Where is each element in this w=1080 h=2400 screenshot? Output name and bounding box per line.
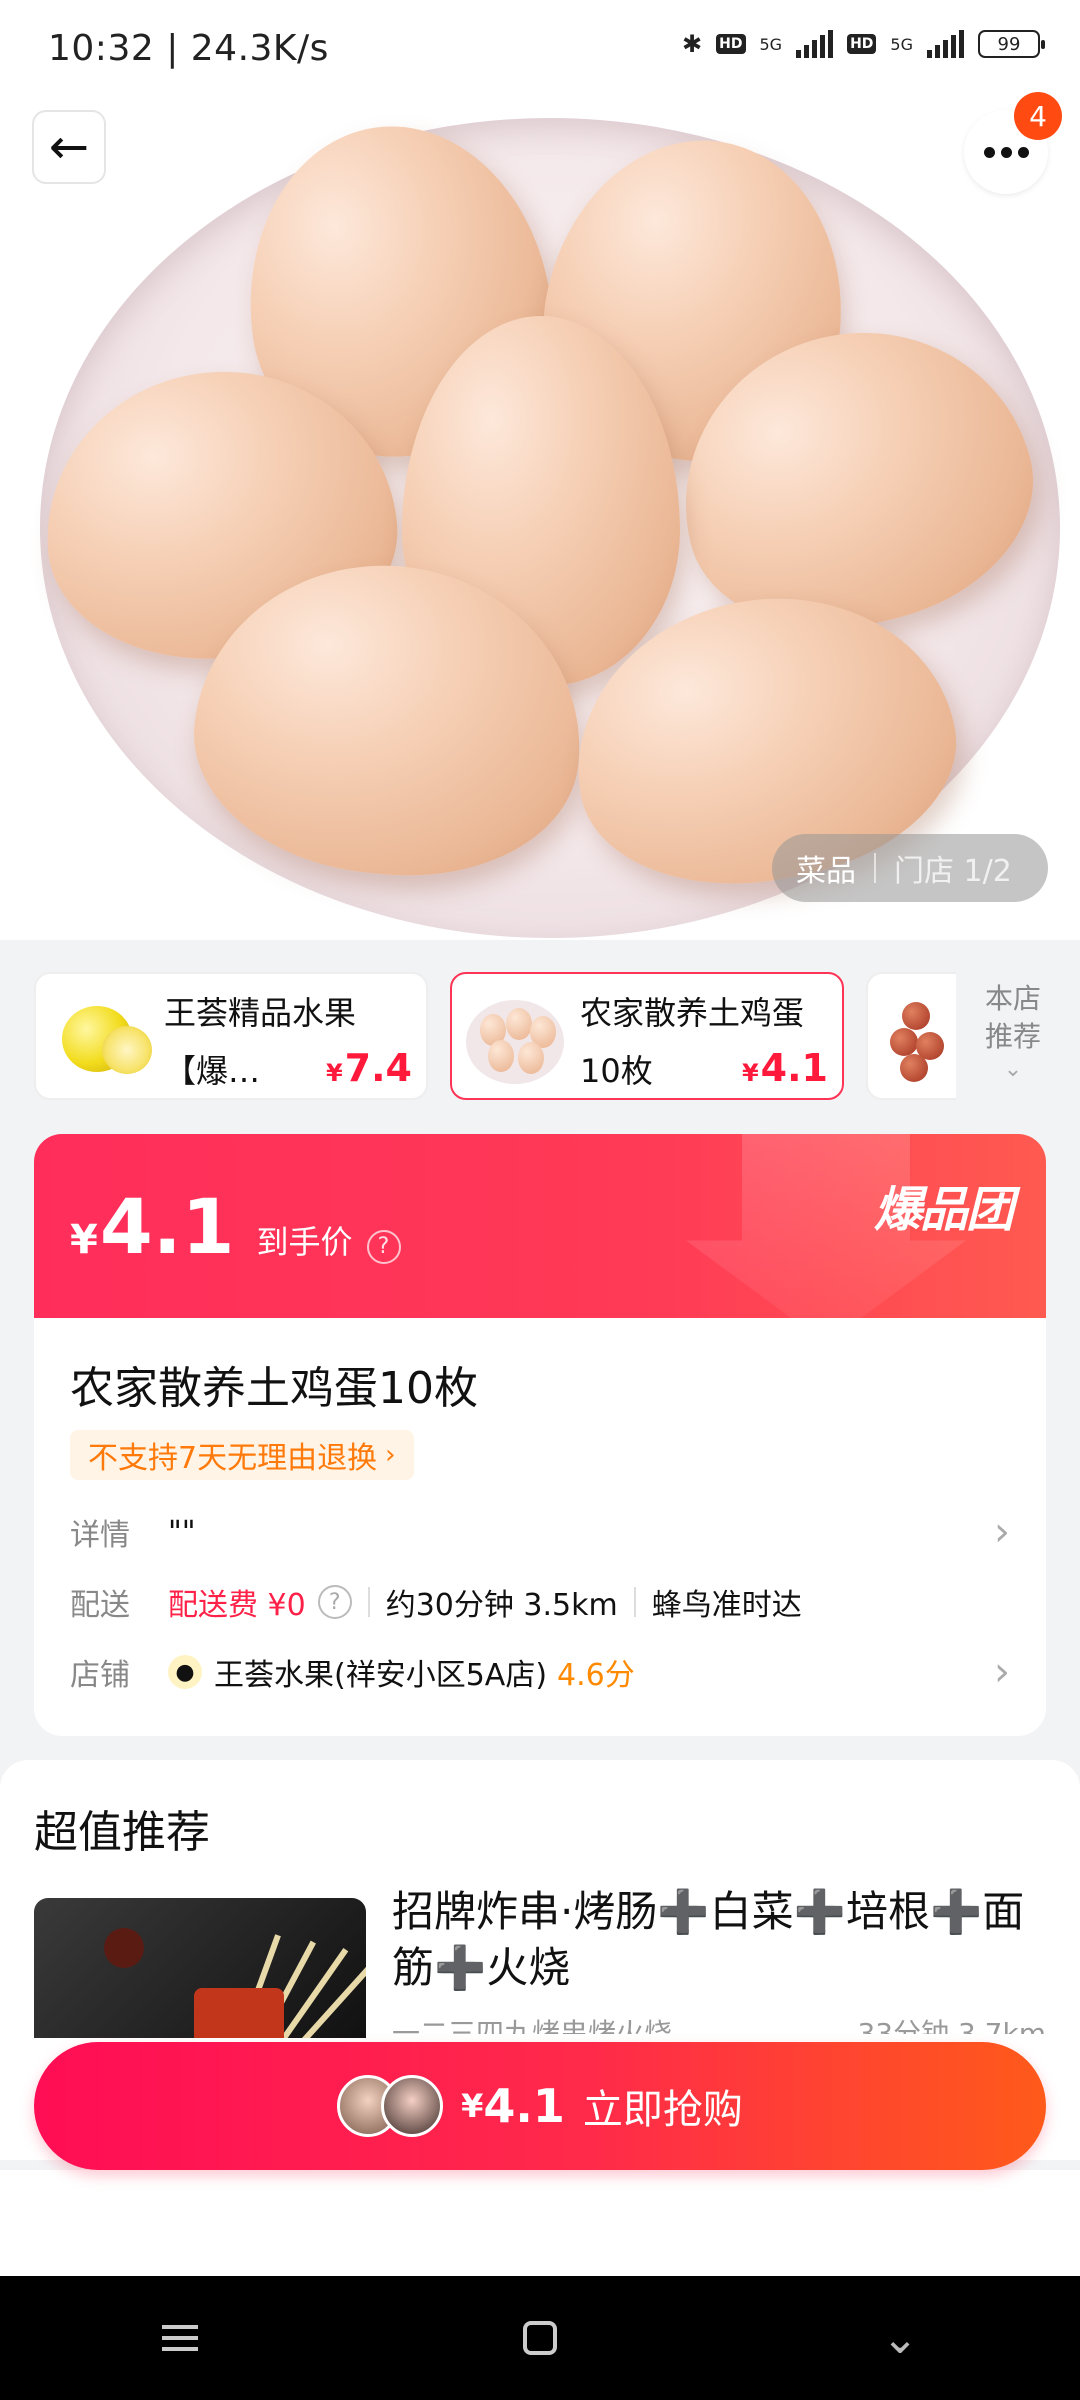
product-title: 农家散养土鸡蛋10枚 bbox=[70, 1363, 478, 1414]
deal-price-label: 到手价 bbox=[256, 1223, 353, 1261]
tab-store[interactable]: 门店 1/2 bbox=[894, 846, 1012, 890]
product-image-gallery[interactable]: 10:32 | 24.3K/s ✱ HD 5G HD 5G 99 ← 4 菜品 … bbox=[0, 0, 1080, 940]
pomelo-thumbnail bbox=[50, 992, 152, 1084]
back-button[interactable]: ← bbox=[32, 110, 106, 184]
recommend-item-distance: 33分钟 3.7km bbox=[857, 2017, 1046, 2034]
buy-label: 立即抢购 bbox=[582, 2087, 743, 2133]
chevron-down-icon: ⌄ bbox=[881, 2312, 919, 2364]
avatar bbox=[381, 2075, 444, 2137]
strip-product-card[interactable]: 王荟精品水果【爆… ¥7.4 bbox=[34, 972, 428, 1100]
delivery-service: 蜂鸟准时达 bbox=[651, 1588, 802, 1623]
chevron-down-icon: ⌄ bbox=[1003, 1057, 1023, 1082]
bottom-spacer bbox=[0, 2170, 1080, 2276]
system-nav-bar: ⌄ bbox=[0, 2276, 1080, 2400]
dates-thumbnail bbox=[882, 992, 944, 1084]
brand-logo: 爆品团 bbox=[873, 1182, 1014, 1238]
hd-icon: HD bbox=[716, 34, 746, 54]
store-recommend-label: 本店推荐 bbox=[984, 982, 1041, 1053]
detail-value: "" bbox=[168, 1514, 196, 1550]
hd-icon: HD bbox=[847, 34, 877, 54]
divider bbox=[874, 853, 876, 883]
battery-icon: 99 bbox=[978, 30, 1045, 58]
buy-currency: ¥ bbox=[461, 2087, 484, 2125]
recommend-item-shop: 一二三四九烤串烤火烧 bbox=[392, 2017, 673, 2034]
store-rating: 4.6分 bbox=[557, 1658, 635, 1693]
notification-badge: 4 bbox=[1014, 92, 1062, 140]
network-label: 5G bbox=[890, 34, 913, 54]
strip-product-card-selected[interactable]: 农家散养土鸡蛋10枚 ¥4.1 bbox=[450, 972, 844, 1100]
strip-product-price: ¥4.1 bbox=[741, 1046, 828, 1090]
divider bbox=[367, 1587, 370, 1617]
deal-price-value: 4.1 bbox=[99, 1182, 235, 1271]
nav-home-button[interactable] bbox=[495, 2293, 585, 2383]
eggs-thumbnail bbox=[466, 992, 564, 1084]
more-dots-icon bbox=[983, 146, 1029, 158]
return-policy-tag[interactable]: 不支持7天无理由退换 › bbox=[70, 1430, 414, 1480]
detail-label: 详情 bbox=[70, 1518, 130, 1553]
store-row[interactable]: 店铺 ● 王荟水果(祥安小区5A店) 4.6分 › bbox=[70, 1644, 1010, 1700]
buyer-avatars bbox=[337, 2075, 444, 2137]
detail-row[interactable]: 详情 "" › bbox=[70, 1504, 1010, 1560]
help-icon[interactable]: ? bbox=[366, 1229, 401, 1264]
divider bbox=[633, 1587, 636, 1617]
tab-dish[interactable]: 菜品 bbox=[796, 846, 856, 890]
nav-back-button[interactable]: ⌄ bbox=[855, 2293, 945, 2383]
menu-icon bbox=[162, 2325, 198, 2351]
delivery-time: 约30分钟 3.5km bbox=[385, 1588, 618, 1623]
arrow-left-icon: ← bbox=[48, 119, 90, 175]
signal-icon bbox=[927, 30, 964, 58]
network-label: 5G bbox=[759, 34, 783, 54]
nav-menu-button[interactable] bbox=[135, 2293, 225, 2383]
home-icon bbox=[523, 2321, 557, 2355]
recommend-item-image[interactable] bbox=[34, 1898, 366, 2038]
status-bar: 10:32 | 24.3K/s ✱ HD 5G HD 5G 99 bbox=[0, 0, 1080, 100]
chevron-right-icon: › bbox=[385, 1440, 396, 1470]
product-info-card: 农家散养土鸡蛋10枚 不支持7天无理由退换 › 详情 "" › 配送 配送费 ¥… bbox=[34, 1318, 1046, 1736]
bluetooth-icon: ✱ bbox=[682, 30, 703, 58]
status-time: 10:32 | 24.3K/s bbox=[48, 28, 329, 69]
chevron-right-icon: › bbox=[994, 1509, 1010, 1555]
recommend-item-name[interactable]: 招牌炸串·烤肠➕白菜➕培根➕面筋➕火烧 bbox=[392, 1884, 1032, 1996]
store-logo-icon: ● bbox=[168, 1655, 202, 1689]
delivery-fee: 配送费 ¥0 bbox=[168, 1588, 306, 1623]
status-icons: ✱ HD 5G HD 5G 99 bbox=[682, 30, 1045, 58]
help-icon[interactable]: ? bbox=[317, 1585, 352, 1619]
store-recommend-button[interactable]: 本店推荐 ⌄ bbox=[968, 980, 1058, 1084]
store-name: 王荟水果(祥安小区5A店) bbox=[214, 1658, 548, 1693]
gallery-tabs[interactable]: 菜品 门店 1/2 bbox=[772, 834, 1048, 902]
deal-price-banner: ¥ 4.1 到手价 ? 爆品团 bbox=[34, 1134, 1046, 1318]
buy-price: 4.1 bbox=[483, 2079, 565, 2133]
strip-product-card[interactable] bbox=[866, 972, 956, 1100]
signal-icon bbox=[796, 30, 834, 58]
recommend-title: 超值推荐 bbox=[34, 1807, 210, 1858]
strip-product-price: ¥7.4 bbox=[325, 1046, 412, 1090]
delivery-row: 配送 配送费 ¥0 ? 约30分钟 3.5km 蜂鸟准时达 bbox=[70, 1574, 1010, 1630]
store-label: 店铺 bbox=[70, 1658, 130, 1693]
buy-now-button[interactable]: ¥ 4.1 立即抢购 bbox=[34, 2042, 1046, 2170]
deal-price: ¥ 4.1 到手价 ? bbox=[70, 1182, 401, 1271]
product-strip: 王荟精品水果【爆… ¥7.4 农家散养土鸡蛋10枚 ¥4.1 本店推荐 ⌄ bbox=[0, 940, 1080, 1140]
delivery-label: 配送 bbox=[70, 1588, 130, 1623]
chevron-right-icon: › bbox=[994, 1649, 1010, 1695]
